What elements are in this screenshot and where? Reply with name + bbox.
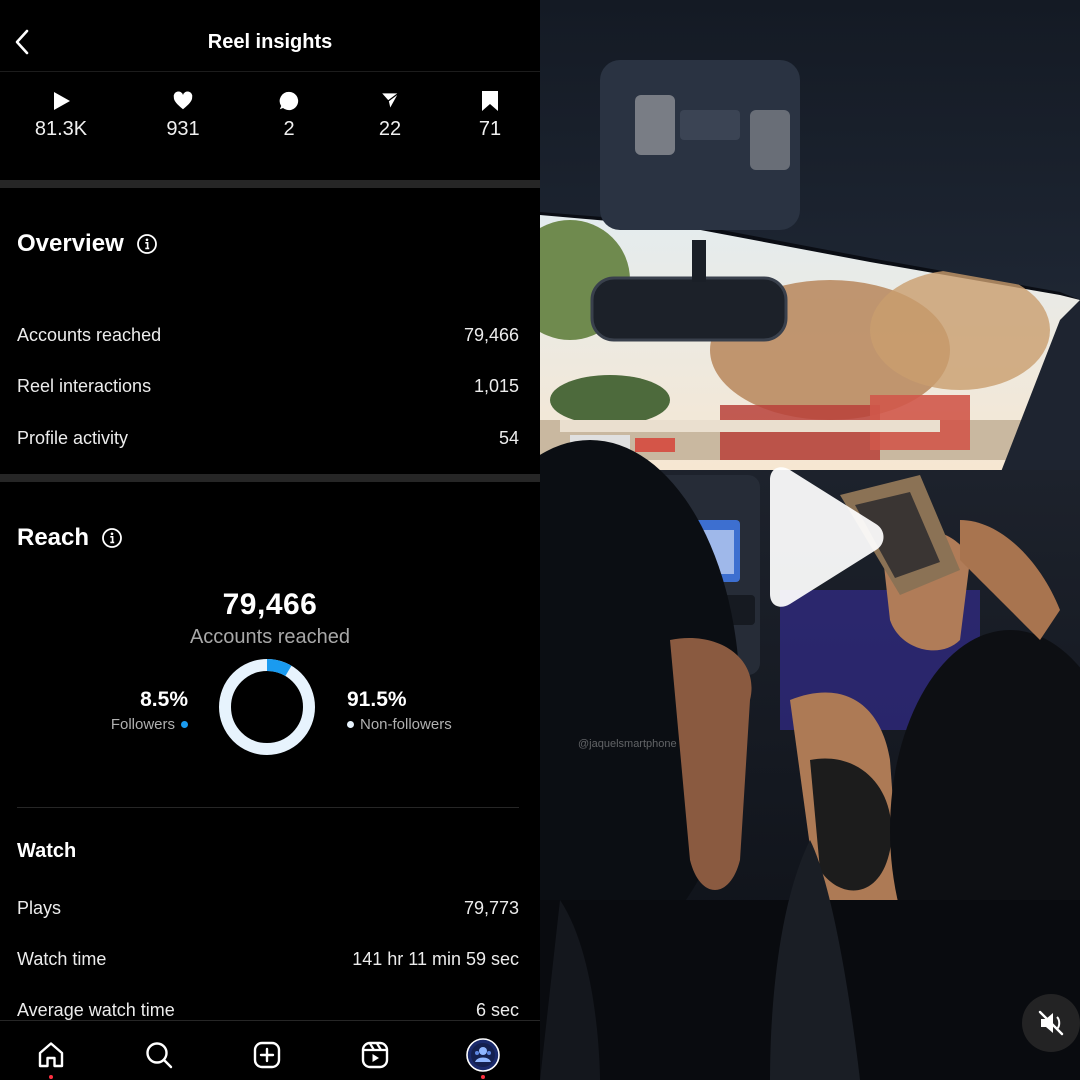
- divider: [0, 474, 540, 482]
- info-icon[interactable]: [101, 527, 123, 549]
- nav-search[interactable]: [141, 1037, 177, 1073]
- reels-icon: [361, 1041, 389, 1069]
- insights-panel: Reel insights 81.3K 931 2 22 71 Overview…: [0, 0, 540, 1080]
- followers-label: Followers: [110, 716, 175, 733]
- section-title: Overview: [17, 230, 124, 257]
- row-label: Watch time: [17, 949, 107, 969]
- info-icon[interactable]: [136, 233, 158, 255]
- row-label: Reel interactions: [17, 376, 152, 396]
- followers-percent: 8.5%: [140, 688, 188, 711]
- page-title: Reel insights: [207, 31, 333, 53]
- nonfollowers-percent: 91.5%: [347, 688, 407, 711]
- overview-row-accounts-reached[interactable]: Accounts reached 79,466: [17, 325, 519, 346]
- nonfollowers-dot: [347, 721, 354, 728]
- bookmark-icon: [482, 91, 498, 111]
- nonfollowers-label: Non-followers: [360, 716, 452, 733]
- play-button[interactable]: [748, 462, 888, 612]
- nav-create[interactable]: [249, 1037, 285, 1073]
- reach-total: 79,466: [222, 588, 318, 621]
- overview-row-profile-activity[interactable]: Profile activity 54: [17, 428, 519, 449]
- search-icon: [146, 1042, 173, 1069]
- stat-value: 931: [166, 118, 200, 140]
- nav-profile[interactable]: [465, 1037, 501, 1079]
- reel-video-player[interactable]: @jaquelsmartphone: [540, 0, 1080, 1080]
- watch-row-average-watch-time[interactable]: Average watch time 6 sec: [17, 1000, 519, 1021]
- video-watermark: @jaquelsmartphone: [578, 738, 677, 750]
- overview-row-reel-interactions[interactable]: Reel interactions 1,015: [17, 376, 519, 397]
- followers-dot: [181, 721, 188, 728]
- row-label: Accounts reached: [17, 325, 162, 345]
- bottom-navigation: [0, 1020, 540, 1080]
- watch-heading: Watch: [17, 840, 76, 863]
- engagement-stats: 81.3K 931 2 22 71: [0, 72, 540, 180]
- row-value: 79,466: [463, 325, 519, 345]
- row-value: 54: [498, 428, 519, 448]
- header-bar: Reel insights: [0, 0, 540, 72]
- nonfollowers-legend: 91.5% Non-followers: [347, 688, 452, 733]
- watch-row-plays[interactable]: Plays 79,773: [17, 898, 519, 919]
- stat-plays: 81.3K: [16, 88, 106, 141]
- divider: [17, 807, 519, 808]
- comment-icon: [279, 91, 299, 111]
- overview-heading: Overview: [17, 230, 158, 258]
- nav-home[interactable]: [33, 1037, 69, 1079]
- row-value: 141 hr 11 min 59 sec: [352, 949, 519, 969]
- create-icon: [253, 1041, 281, 1069]
- notification-dot: [481, 1075, 485, 1079]
- stat-value: 2: [283, 118, 295, 140]
- stat-value: 81.3K: [34, 118, 88, 140]
- reach-donut-chart: [219, 659, 315, 755]
- home-icon: [38, 1042, 64, 1068]
- play-icon: [54, 92, 70, 110]
- stat-value: 22: [378, 118, 402, 140]
- stat-saves: 71: [445, 88, 535, 141]
- row-label: Average watch time: [17, 1000, 175, 1020]
- notification-dot: [49, 1075, 53, 1079]
- heart-icon: [173, 91, 193, 110]
- row-value: 6 sec: [475, 1000, 519, 1020]
- nav-reels[interactable]: [357, 1037, 393, 1073]
- row-label: Profile activity: [17, 428, 129, 448]
- section-title: Reach: [17, 524, 90, 551]
- mute-button[interactable]: [1022, 994, 1080, 1052]
- reach-total-label: Accounts reached: [189, 626, 351, 648]
- stat-comments: 2: [244, 88, 334, 141]
- stat-value: 71: [478, 118, 502, 140]
- play-icon: [770, 467, 884, 607]
- row-value: 1,015: [473, 376, 519, 396]
- section-title: Watch: [17, 840, 77, 862]
- stat-likes: 931: [138, 88, 228, 141]
- followers-legend: 8.5% Followers: [111, 688, 188, 733]
- watch-row-watch-time[interactable]: Watch time 141 hr 11 min 59 sec: [17, 949, 519, 970]
- donut-nonfollowers-ring: [219, 659, 315, 755]
- share-icon: [380, 92, 400, 110]
- row-label: Plays: [17, 898, 62, 918]
- stat-shares: 22: [345, 88, 435, 141]
- row-value: 79,773: [463, 898, 519, 918]
- profile-avatar: [466, 1038, 500, 1072]
- muted-speaker-icon: [1038, 1010, 1064, 1036]
- divider: [0, 180, 540, 188]
- reach-heading: Reach: [17, 524, 123, 552]
